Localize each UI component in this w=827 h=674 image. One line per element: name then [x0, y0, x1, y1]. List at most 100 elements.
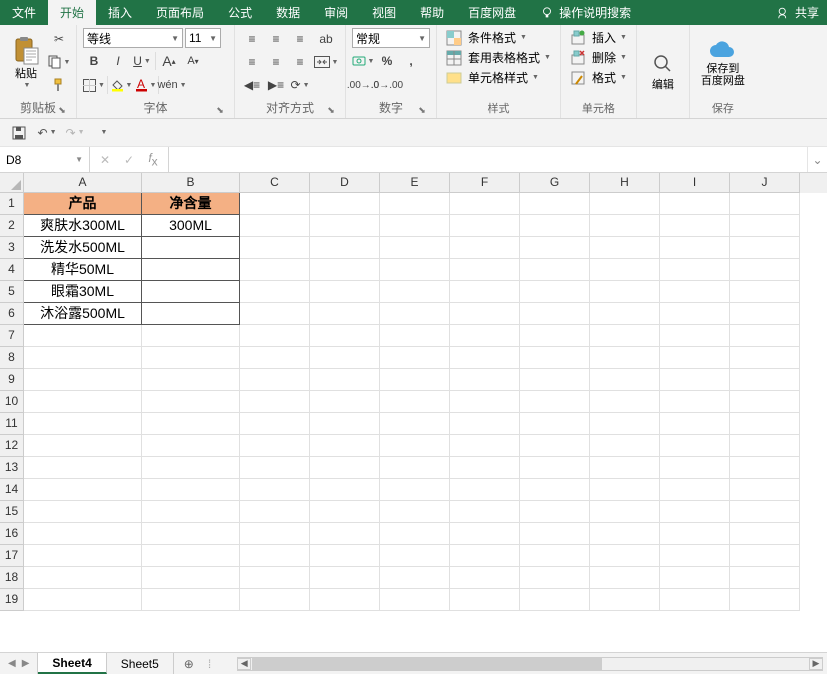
- tab-formula[interactable]: 公式: [216, 0, 264, 25]
- cell[interactable]: [142, 347, 240, 369]
- cell[interactable]: [142, 325, 240, 347]
- cell[interactable]: [142, 457, 240, 479]
- comma-button[interactable]: ,: [400, 50, 422, 72]
- cell[interactable]: [310, 237, 380, 259]
- dialog-launcher-icon[interactable]: ⬊: [56, 104, 68, 116]
- cell[interactable]: [450, 215, 520, 237]
- italic-button[interactable]: I: [107, 50, 129, 72]
- row-header[interactable]: 14: [0, 479, 24, 501]
- cell[interactable]: [590, 391, 660, 413]
- tab-view[interactable]: 视图: [360, 0, 408, 25]
- scroll-right-button[interactable]: ▶: [809, 658, 823, 670]
- cell[interactable]: [240, 457, 310, 479]
- cell[interactable]: [380, 413, 450, 435]
- format-cells-button[interactable]: 格式▼: [567, 68, 630, 87]
- cell[interactable]: [520, 369, 590, 391]
- tab-data[interactable]: 数据: [264, 0, 312, 25]
- format-painter-button[interactable]: [48, 74, 70, 96]
- column-header[interactable]: D: [310, 173, 380, 193]
- select-all-corner[interactable]: [0, 173, 24, 193]
- column-header[interactable]: E: [380, 173, 450, 193]
- cell[interactable]: [380, 259, 450, 281]
- cell[interactable]: [520, 479, 590, 501]
- cell[interactable]: [730, 369, 800, 391]
- cell[interactable]: [380, 523, 450, 545]
- expand-formula-bar[interactable]: ⌄: [807, 147, 827, 172]
- cell[interactable]: [730, 281, 800, 303]
- cell[interactable]: [660, 479, 730, 501]
- cell[interactable]: [380, 303, 450, 325]
- font-name-select[interactable]: 等线▼: [83, 28, 183, 48]
- row-header[interactable]: 8: [0, 347, 24, 369]
- save-baidu-button[interactable]: 保存到 百度网盘: [696, 28, 750, 98]
- bold-button[interactable]: B: [83, 50, 105, 72]
- cell[interactable]: [590, 435, 660, 457]
- cell[interactable]: [520, 567, 590, 589]
- row-header[interactable]: 6: [0, 303, 24, 325]
- paste-button[interactable]: 粘贴 ▼: [6, 28, 46, 97]
- dialog-launcher-icon[interactable]: ⬊: [214, 104, 226, 116]
- cell[interactable]: [240, 523, 310, 545]
- cell[interactable]: [310, 413, 380, 435]
- row-header[interactable]: 17: [0, 545, 24, 567]
- cell[interactable]: [380, 347, 450, 369]
- cell[interactable]: [730, 567, 800, 589]
- cell[interactable]: [520, 545, 590, 567]
- cell[interactable]: [450, 391, 520, 413]
- row-header[interactable]: 2: [0, 215, 24, 237]
- align-left-button[interactable]: ≡: [241, 51, 263, 73]
- decrease-indent-button[interactable]: ◀≡: [241, 74, 263, 96]
- cell[interactable]: [240, 215, 310, 237]
- cell[interactable]: [450, 325, 520, 347]
- cell[interactable]: [142, 259, 240, 281]
- find-button[interactable]: 编辑: [643, 28, 683, 114]
- cell[interactable]: [142, 523, 240, 545]
- cell[interactable]: [660, 369, 730, 391]
- cell[interactable]: [24, 369, 142, 391]
- cell[interactable]: [450, 479, 520, 501]
- cell[interactable]: [24, 545, 142, 567]
- cell[interactable]: [380, 501, 450, 523]
- cell[interactable]: [310, 281, 380, 303]
- cell[interactable]: [520, 193, 590, 215]
- cell[interactable]: [520, 281, 590, 303]
- cell[interactable]: [24, 479, 142, 501]
- column-header[interactable]: C: [240, 173, 310, 193]
- cell[interactable]: [730, 545, 800, 567]
- cell[interactable]: [730, 259, 800, 281]
- cell[interactable]: [590, 259, 660, 281]
- dialog-launcher-icon[interactable]: ⬊: [416, 104, 428, 116]
- number-format-select[interactable]: 常规▼: [352, 28, 430, 48]
- orientation-button[interactable]: ⟳▼: [289, 74, 311, 96]
- share-button[interactable]: 共享: [769, 0, 827, 25]
- grid-body[interactable]: 1产品净含量2爽肤水300ML300ML3洗发水500ML4精华50ML5眼霜3…: [0, 193, 827, 652]
- cell[interactable]: [240, 303, 310, 325]
- cell[interactable]: [730, 347, 800, 369]
- cell[interactable]: [240, 325, 310, 347]
- cell[interactable]: [730, 325, 800, 347]
- copy-button[interactable]: ▼: [48, 51, 70, 73]
- cell[interactable]: 眼霜30ML: [24, 281, 142, 303]
- border-button[interactable]: ▼: [83, 74, 105, 96]
- cell[interactable]: [240, 435, 310, 457]
- cell[interactable]: [730, 303, 800, 325]
- cell[interactable]: [240, 369, 310, 391]
- horizontal-scrollbar[interactable]: ◀ ▶: [237, 657, 823, 671]
- cell[interactable]: [450, 281, 520, 303]
- cell[interactable]: [240, 259, 310, 281]
- cell[interactable]: [660, 501, 730, 523]
- decrease-decimal-button[interactable]: .0→.00: [376, 74, 398, 96]
- cell[interactable]: [310, 347, 380, 369]
- align-right-button[interactable]: ≡: [289, 51, 311, 73]
- cell[interactable]: [660, 435, 730, 457]
- cell[interactable]: [450, 413, 520, 435]
- cell[interactable]: [142, 589, 240, 611]
- cell[interactable]: [520, 523, 590, 545]
- cell-styles-button[interactable]: 单元格样式▼: [443, 68, 554, 87]
- cell[interactable]: [590, 567, 660, 589]
- cell[interactable]: [310, 215, 380, 237]
- cell[interactable]: [590, 457, 660, 479]
- cell[interactable]: [142, 501, 240, 523]
- save-button[interactable]: [8, 122, 30, 144]
- tab-help[interactable]: 帮助: [408, 0, 456, 25]
